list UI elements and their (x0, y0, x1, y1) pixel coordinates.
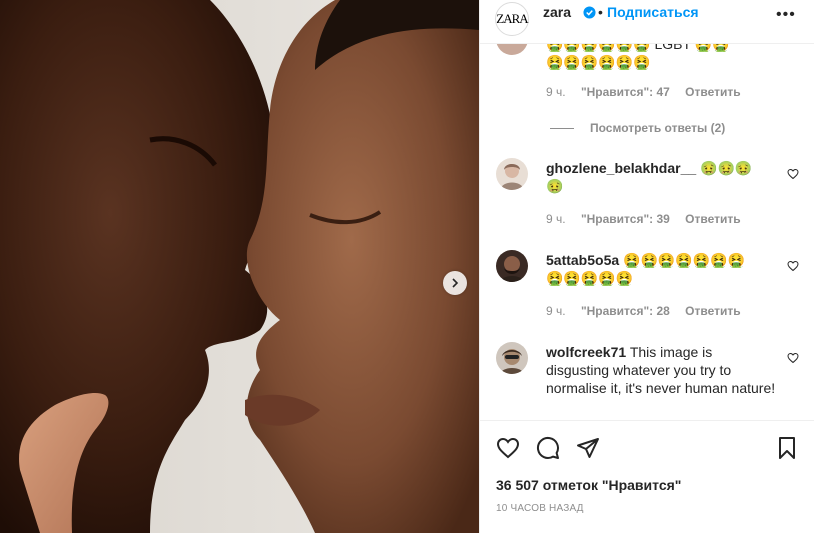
comment-username[interactable]: wolfcreek71 (546, 344, 626, 360)
view-replies-button[interactable]: Посмотреть ответы (2) (550, 121, 725, 135)
next-photo-button[interactable] (443, 271, 467, 295)
comment-time[interactable]: 9 ч. (546, 85, 566, 99)
bookmark-save-icon[interactable] (775, 436, 799, 460)
likes-count[interactable]: 36 507 отметок "Нравится" (496, 477, 681, 493)
comment-time[interactable]: 9 ч. (546, 212, 566, 226)
comment-text: wolfcreek71 This image is disgusting wha… (546, 343, 776, 397)
avatar-image (500, 349, 524, 374)
comment-likes[interactable]: "Нравится": 28 (581, 304, 670, 318)
comment-body: 🤢🤢🤢 (700, 160, 753, 176)
photo-illustration (0, 0, 479, 533)
share-paper-plane-icon[interactable] (576, 436, 600, 460)
avatar[interactable] (496, 43, 528, 55)
replies-divider (550, 127, 574, 129)
comment-text-line1: 🤮🤮🤮🤮🤮🤮 LGBT 🤮🤮 (546, 43, 730, 52)
comment-text: 5attab5o5a 🤮🤮🤮🤮🤮🤮🤮 🤮🤮🤮🤮🤮 (546, 251, 776, 287)
avatar[interactable] (496, 250, 528, 282)
comment-meta: 9 ч. "Нравится": 28 Ответить (546, 304, 753, 318)
comment-bubble-icon[interactable] (536, 436, 560, 460)
comment-like-heart-icon[interactable] (787, 168, 799, 180)
chevron-right-icon (452, 278, 459, 288)
comment-time[interactable]: 9 ч. (546, 304, 566, 318)
post-actions: 36 507 отметок "Нравится" 10 ЧАСОВ НАЗАД (480, 420, 814, 531)
avatar[interactable] (496, 342, 528, 374)
brand-avatar[interactable]: ZARA (495, 2, 529, 36)
reply-button[interactable]: Ответить (685, 85, 740, 99)
brand-logo-text: ZARA (496, 11, 528, 26)
comment-text-line2: 🤮🤮🤮🤮🤮🤮 (546, 54, 651, 70)
post-sidebar: ZARA zara • Подписаться ••• 🤮🤮🤮🤮🤮🤮 LGBT … (479, 0, 814, 533)
posted-time[interactable]: 10 ЧАСОВ НАЗАД (496, 503, 584, 514)
avatar-image (500, 256, 524, 282)
avatar[interactable] (496, 158, 528, 190)
post-username[interactable]: zara (543, 4, 571, 20)
separator-dot: • (598, 4, 603, 20)
comment-body-line2: 🤮🤮🤮🤮🤮 (546, 270, 634, 286)
comment-likes[interactable]: "Нравится": 39 (581, 212, 670, 226)
more-options-button[interactable]: ••• (776, 6, 796, 24)
comment-username[interactable]: 5attab5o5a (546, 252, 619, 268)
comment-likes[interactable]: "Нравится": 47 (581, 85, 670, 99)
comment-text: 🤮🤮🤮🤮🤮🤮 LGBT 🤮🤮 🤮🤮🤮🤮🤮🤮 (546, 43, 776, 71)
comment-like-heart-icon[interactable] (787, 260, 799, 272)
comment-text: ghozlene_belakhdar__ 🤢🤢🤢 🤢 (546, 159, 776, 195)
avatar-image (500, 164, 524, 190)
reply-button[interactable]: Ответить (685, 212, 740, 226)
follow-button[interactable]: Подписаться (607, 4, 699, 20)
view-replies-label: Посмотреть ответы (2) (590, 121, 726, 135)
comment-username[interactable]: ghozlene_belakhdar__ (546, 160, 696, 176)
comment-meta: 9 ч. "Нравится": 47 Ответить (546, 85, 753, 99)
comments-list[interactable]: 🤮🤮🤮🤮🤮🤮 LGBT 🤮🤮 🤮🤮🤮🤮🤮🤮 9 ч. "Нравится": 4… (480, 43, 814, 420)
comment-meta: 9 ч. "Нравится": 39 Ответить (546, 212, 753, 226)
comment-like-heart-icon[interactable] (787, 352, 799, 364)
post-photo[interactable] (0, 0, 479, 533)
post-header: ZARA zara • Подписаться ••• (480, 0, 814, 44)
verified-badge-icon (583, 6, 596, 19)
comment-body-line2: 🤢 (546, 178, 564, 194)
like-heart-icon[interactable] (496, 436, 520, 460)
comment-body: 🤮🤮🤮🤮🤮🤮🤮 (623, 252, 746, 268)
reply-button[interactable]: Ответить (685, 304, 740, 318)
